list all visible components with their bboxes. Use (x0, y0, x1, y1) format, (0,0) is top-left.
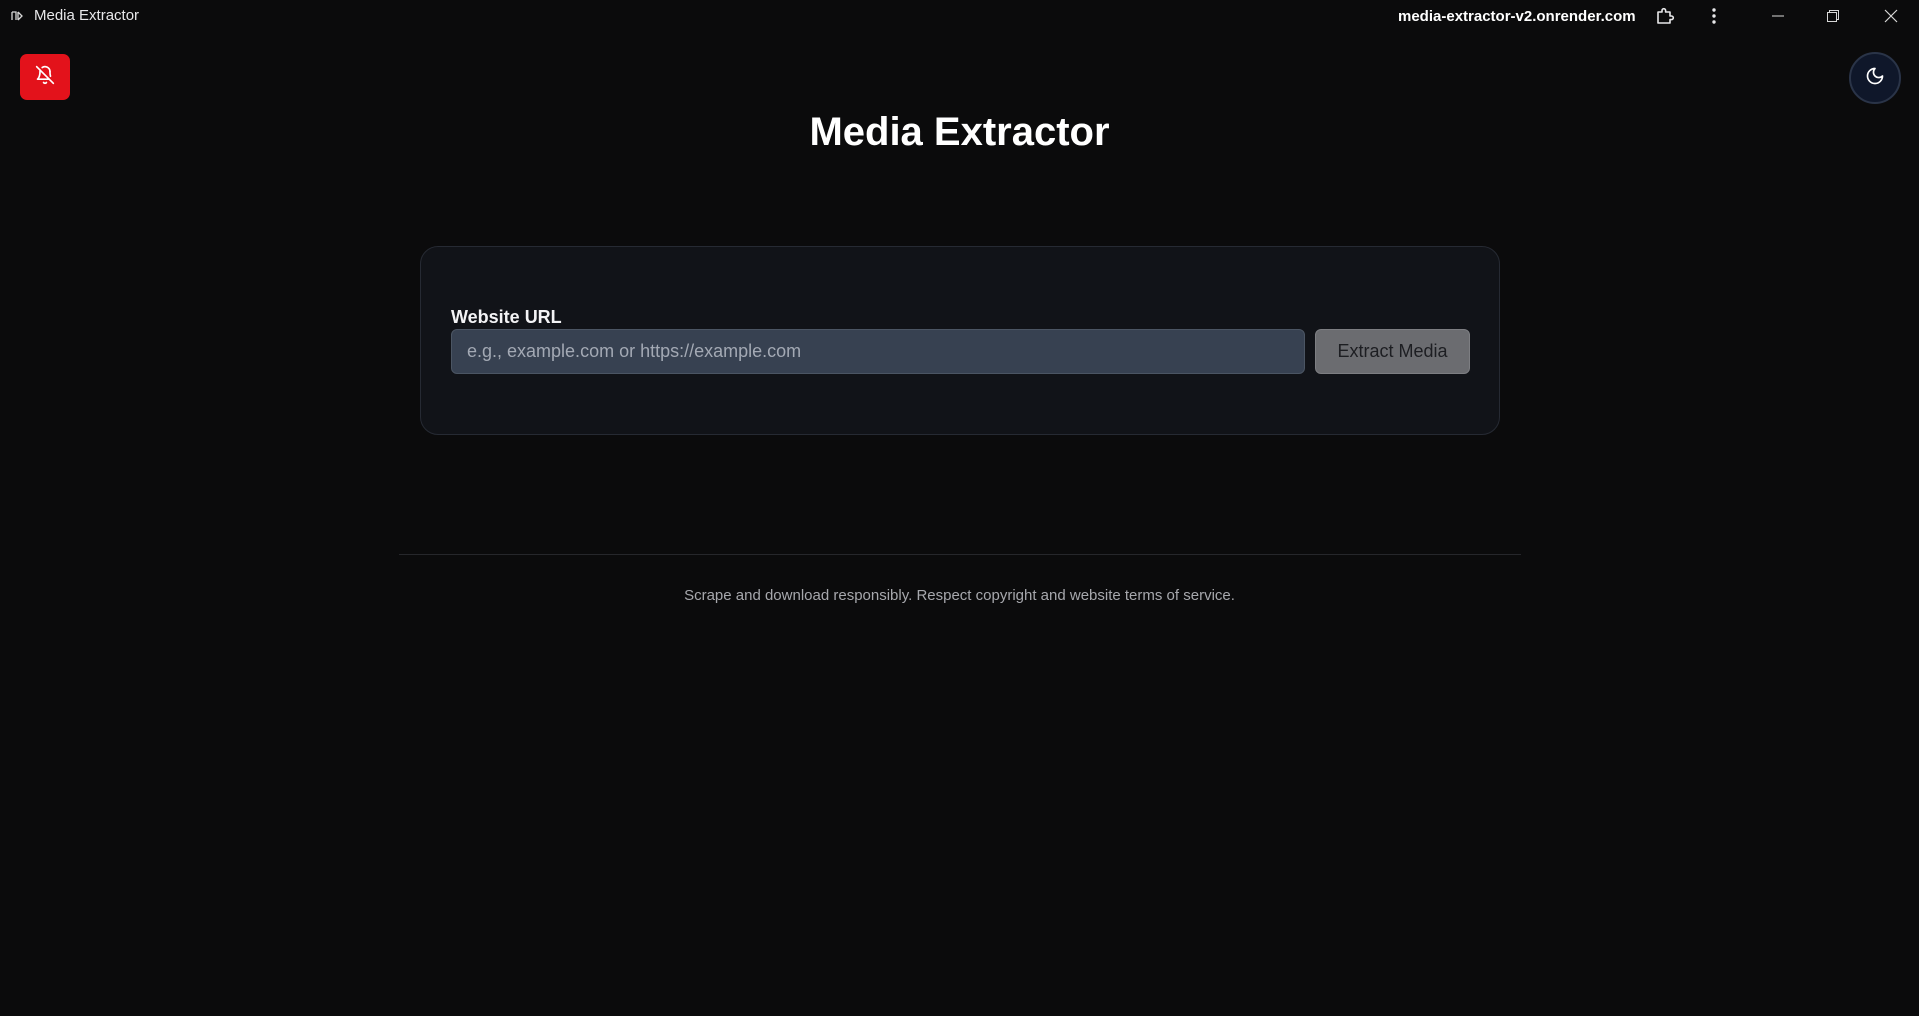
page-url[interactable]: media-extractor-v2.onrender.com (1398, 8, 1636, 25)
theme-toggle-button[interactable] (1849, 52, 1901, 104)
app-logo-icon (10, 9, 24, 23)
page-title: Media Extractor (809, 110, 1110, 154)
url-field-label: Website URL (451, 307, 562, 327)
app-title: Media Extractor (34, 7, 140, 24)
window-titlebar: Media Extractor media-extractor-v2.onren… (0, 0, 1919, 32)
extract-form-card: Website URL Extract Media (420, 246, 1500, 435)
moon-icon (1865, 66, 1885, 91)
notifications-toggle-button[interactable] (20, 54, 70, 100)
minimize-icon[interactable] (1755, 0, 1801, 32)
restore-icon[interactable] (1810, 0, 1856, 32)
close-icon[interactable] (1866, 0, 1916, 32)
url-input[interactable] (451, 329, 1305, 374)
extensions-icon[interactable] (1650, 0, 1680, 32)
bell-off-icon (35, 65, 55, 90)
extract-media-button[interactable]: Extract Media (1315, 329, 1470, 374)
more-vert-icon[interactable] (1700, 0, 1728, 32)
footer-divider (399, 554, 1521, 555)
footer-disclaimer: Scrape and download responsibly. Respect… (684, 587, 1235, 604)
